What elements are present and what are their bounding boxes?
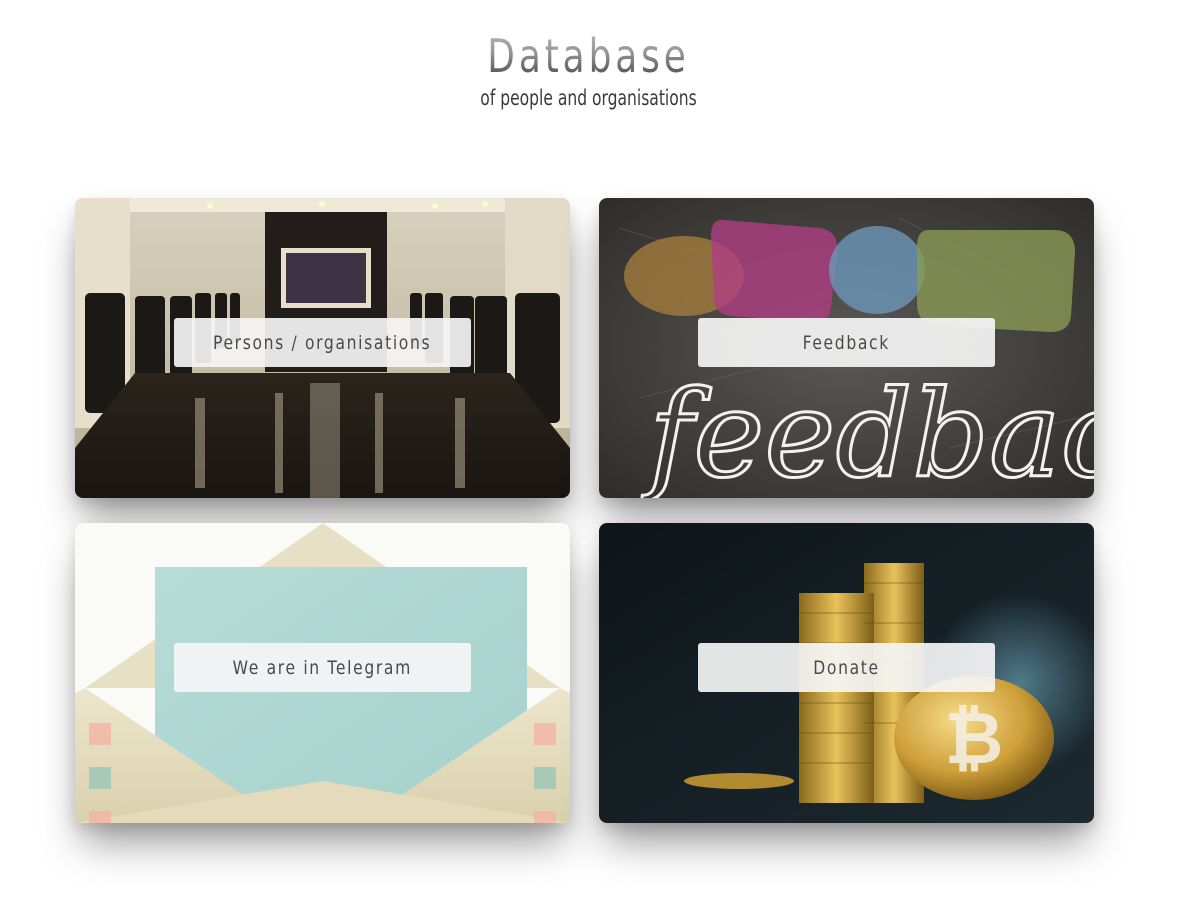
persons-organisations-label: Persons / organisations <box>213 331 432 354</box>
telegram-button[interactable]: We are in Telegram <box>174 643 471 692</box>
persons-organisations-card[interactable]: Persons / organisations <box>75 198 570 498</box>
feedback-button[interactable]: Feedback <box>698 318 995 367</box>
feedback-label: Feedback <box>802 331 891 354</box>
persons-organisations-button[interactable]: Persons / organisations <box>174 318 471 367</box>
page-title: Database <box>129 28 1047 84</box>
donate-label: Donate <box>813 656 880 679</box>
donate-button[interactable]: Donate <box>698 643 995 692</box>
telegram-card[interactable]: We are in Telegram <box>75 523 570 823</box>
donate-card[interactable]: ₿ Donate <box>599 523 1094 823</box>
chalkboard-feedback-text: feedback <box>641 366 1094 498</box>
page-subtitle: of people and organisations <box>480 86 697 110</box>
svg-text:₿: ₿ <box>945 696 1004 780</box>
feedback-card[interactable]: feedback Feedback <box>599 198 1094 498</box>
telegram-label: We are in Telegram <box>232 656 413 679</box>
